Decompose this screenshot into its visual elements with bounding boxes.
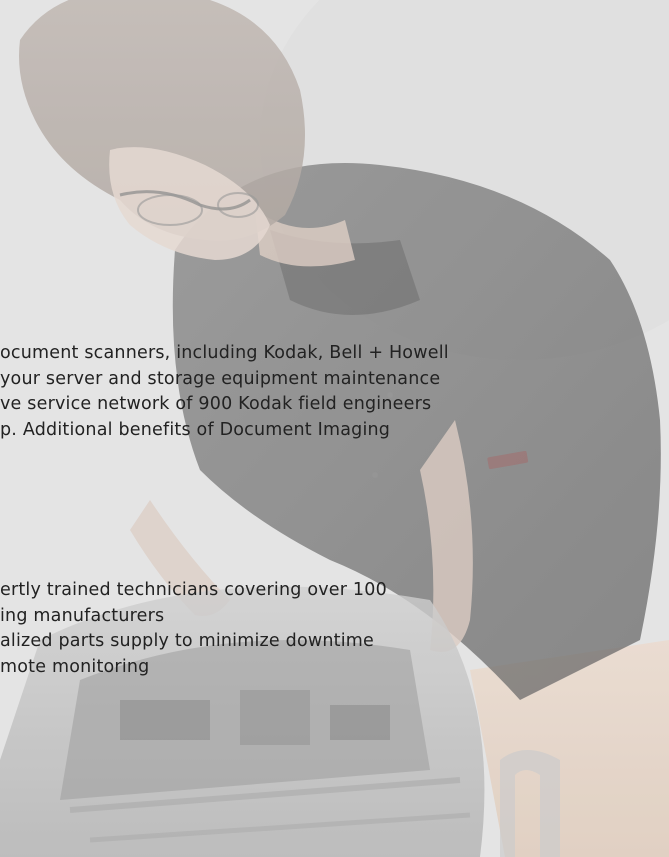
list-item: alized parts supply to minimize downtime [0, 631, 375, 652]
description-paragraph: ocument scanners, including Kodak, Bell … [0, 341, 669, 443]
paragraph-line: ve service network of 900 Kodak field en… [0, 394, 432, 415]
list-item: ertly trained technicians covering over … [0, 580, 387, 600]
paragraph-line: p. Additional benefits of Document Imagi… [0, 419, 391, 440]
paragraph-line: your server and storage equipment mainte… [0, 368, 441, 389]
list-item: mote monitoring [0, 656, 150, 677]
list-item: ing manufacturers [0, 605, 165, 626]
brochure-page: ocument scanners, including Kodak, Bell … [0, 0, 669, 857]
paragraph-line: ocument scanners, including Kodak, Bell … [0, 343, 449, 363]
benefits-list: ertly trained technicians covering over … [0, 578, 669, 680]
